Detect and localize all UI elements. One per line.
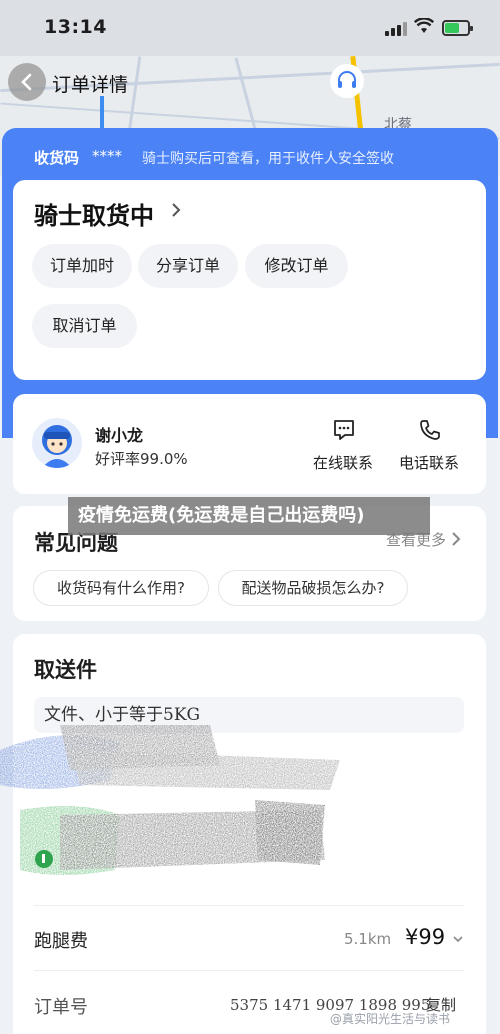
faq-question[interactable]: 配送物品破损怎么办? [218, 570, 408, 606]
status-bar: 13:14 [0, 0, 500, 56]
fee-label: 跑腿费 [34, 931, 88, 952]
order-number-label: 订单号 [34, 997, 88, 1018]
page-title: 订单详情 [52, 74, 129, 96]
fee-price[interactable]: ¥99 [405, 925, 445, 949]
pickup-code-value: **** [92, 147, 122, 165]
rider-card [13, 394, 486, 494]
phone-icon[interactable] [418, 418, 442, 442]
signal-icon [385, 22, 407, 36]
cancel-order-button[interactable]: 取消订单 [32, 304, 137, 348]
extend-time-button[interactable]: 订单加时 [32, 244, 132, 288]
battery-icon [442, 20, 473, 36]
customer-service-button[interactable] [330, 64, 364, 98]
order-status-title[interactable]: 骑士取货中 [34, 196, 154, 231]
redaction-scribble [0, 725, 340, 875]
rider-name: 谢小龙 [95, 426, 144, 445]
pickup-code-label: 收货码 [34, 149, 80, 167]
chat-icon[interactable] [332, 418, 356, 442]
chevron-left-icon [21, 73, 32, 91]
delivery-title: 取送件 [34, 658, 97, 682]
modify-order-button[interactable]: 修改订单 [245, 244, 348, 288]
overlay-banner: 疫情免运费(免运费是自己出运费吗) [68, 497, 430, 535]
pickup-code-desc: 骑士购买后可查看，用于收件人安全签收 [142, 151, 394, 167]
divider [34, 905, 464, 906]
back-button[interactable] [8, 63, 46, 101]
wifi-icon [414, 18, 434, 33]
watermark: @真实阳光生活与读书 [330, 1012, 451, 1026]
rider-rating: 好评率99.0% [95, 450, 188, 468]
divider [34, 970, 464, 971]
call-button[interactable]: 电话联系 [394, 452, 464, 473]
chat-button[interactable]: 在线联系 [308, 452, 378, 473]
chevron-down-icon[interactable] [452, 934, 464, 944]
headset-icon [338, 71, 356, 88]
chevron-right-icon[interactable] [170, 200, 182, 220]
rider-avatar [32, 418, 82, 468]
chevron-right-icon[interactable] [450, 530, 462, 548]
share-order-button[interactable]: 分享订单 [138, 244, 238, 288]
fee-distance: 5.1km [344, 930, 392, 948]
status-time: 13:14 [44, 16, 107, 38]
faq-question[interactable]: 收货码有什么作用? [33, 570, 209, 606]
